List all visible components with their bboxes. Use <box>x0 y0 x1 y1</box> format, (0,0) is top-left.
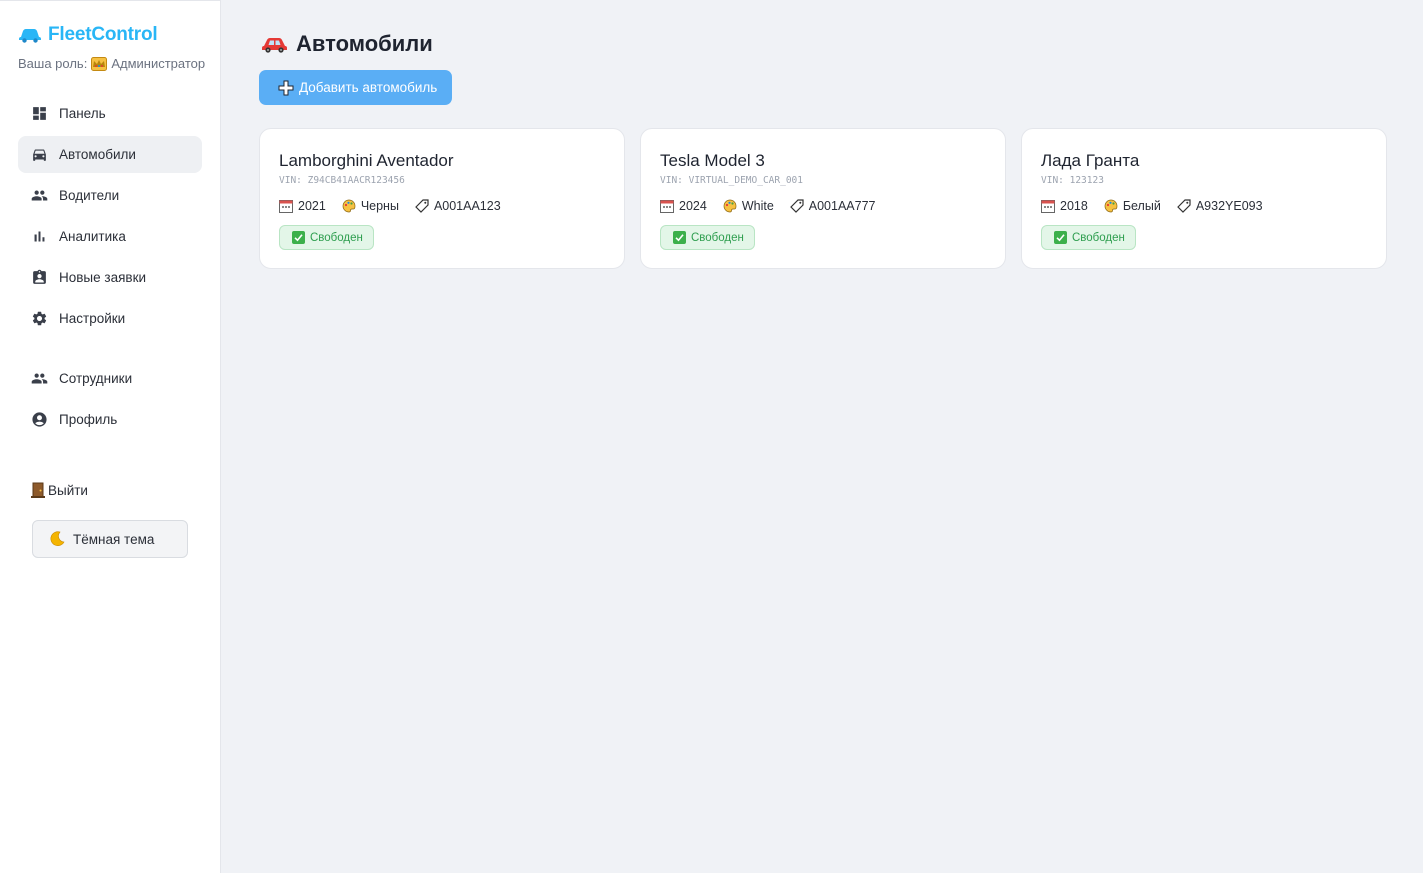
dashboard-icon <box>33 107 46 120</box>
crown-icon <box>91 56 108 71</box>
tag-icon <box>789 199 804 213</box>
tag-icon <box>1176 199 1191 213</box>
sidebar-item-new-requests[interactable]: Новые заявки <box>18 259 202 296</box>
door-icon <box>31 482 45 498</box>
sidebar-item-label: Аналитика <box>59 229 126 244</box>
moon-icon <box>50 531 65 546</box>
sidebar-item-employees[interactable]: Сотрудники <box>18 360 202 397</box>
car-card[interactable]: Lamborghini Aventador VIN: Z94CB41AACR12… <box>259 128 625 269</box>
palette-icon <box>723 199 737 213</box>
status-label: Свободен <box>691 231 744 244</box>
people-icon <box>31 190 48 201</box>
car-card[interactable]: Лада Гранта VIN: 123123 2018 Белый A932Y… <box>1021 128 1387 269</box>
calendar-icon <box>279 200 293 213</box>
sidebar-item-label: Автомобили <box>59 147 136 162</box>
car-meta: 2018 Белый A932YE093 <box>1041 199 1279 213</box>
car-color: White <box>741 199 774 213</box>
check-icon <box>292 231 305 244</box>
logout-button[interactable]: Выйти <box>31 482 88 498</box>
sidebar-item-label: Панель <box>59 106 106 121</box>
palette-icon <box>342 199 356 213</box>
car-meta: 2024 White A001AA777 <box>660 199 892 213</box>
car-name: Tesla Model 3 <box>660 151 765 170</box>
sidebar-item-label: Водители <box>59 188 120 203</box>
status-badge: Свободен <box>1041 225 1136 250</box>
role-value: Администратор <box>111 56 206 71</box>
car-icon <box>19 29 41 43</box>
sidebar: FleetControl Ваша роль: Администратор Па… <box>0 0 221 873</box>
sidebar-item-drivers[interactable]: Водители <box>18 177 202 214</box>
car-meta: 2021 Черны A001AA123 <box>279 199 517 213</box>
car-vin: VIN: Z94CB41AACR123456 <box>279 175 405 186</box>
logout-label: Выйти <box>48 482 88 498</box>
sidebar-item-label: Настройки <box>59 311 126 326</box>
car-plate: A932YE093 <box>1195 199 1263 213</box>
status-badge: Свободен <box>660 225 755 250</box>
status-label: Свободен <box>310 231 363 244</box>
car-color: Черны <box>360 199 399 213</box>
calendar-icon <box>660 200 674 213</box>
plus-icon <box>278 80 294 95</box>
add-car-button[interactable]: Добавить автомобиль <box>259 70 452 105</box>
dark-theme-toggle[interactable]: Тёмная тема <box>32 520 188 558</box>
sidebar-item-cars[interactable]: Автомобили <box>18 136 202 173</box>
brand-name: FleetControl <box>48 24 158 45</box>
user-role: Ваша роль: Администратор <box>18 56 205 71</box>
sidebar-item-label: Профиль <box>59 412 118 427</box>
car-vin: VIN: VIRTUAL_DEMO_CAR_001 <box>660 175 803 186</box>
car-year: 2024 <box>679 199 707 213</box>
calendar-icon <box>1041 200 1055 213</box>
add-car-label: Добавить автомобиль <box>299 80 438 95</box>
sidebar-item-analytics[interactable]: Аналитика <box>18 218 202 255</box>
car-color: Белый <box>1122 199 1161 213</box>
sidebar-item-profile[interactable]: Профиль <box>18 401 202 438</box>
sidebar-item-label: Сотрудники <box>59 371 133 386</box>
car-card[interactable]: Tesla Model 3 VIN: VIRTUAL_DEMO_CAR_001 … <box>640 128 1006 269</box>
car-year: 2018 <box>1060 199 1088 213</box>
check-icon <box>1054 231 1067 244</box>
red-car-icon <box>262 38 287 53</box>
gear-icon <box>32 311 47 326</box>
clipboard-icon <box>33 269 46 284</box>
page-title: Автомобили <box>261 31 433 57</box>
car-icon <box>33 149 46 161</box>
car-vin: VIN: 123123 <box>1041 175 1104 186</box>
page-title-text: Автомобили <box>296 31 433 56</box>
theme-label: Тёмная тема <box>73 531 155 547</box>
check-icon <box>673 231 686 244</box>
sidebar-item-label: Новые заявки <box>59 270 147 285</box>
car-plate: A001AA777 <box>808 199 876 213</box>
status-label: Свободен <box>1072 231 1125 244</box>
tag-icon <box>415 199 429 213</box>
car-year: 2021 <box>298 199 326 213</box>
car-plate: A001AA123 <box>433 199 501 213</box>
car-name: Lamborghini Aventador <box>279 151 454 170</box>
role-label: Ваша роль: <box>18 56 88 71</box>
car-name: Лада Гранта <box>1041 151 1140 170</box>
people-icon <box>31 373 48 384</box>
sidebar-item-dashboard[interactable]: Панель <box>18 95 202 132</box>
palette-icon <box>1104 199 1118 213</box>
status-badge: Свободен <box>279 225 374 250</box>
account-icon <box>32 412 47 427</box>
brand[interactable]: FleetControl <box>18 23 158 47</box>
bar-chart-icon <box>34 231 45 242</box>
sidebar-item-settings[interactable]: Настройки <box>18 300 202 337</box>
